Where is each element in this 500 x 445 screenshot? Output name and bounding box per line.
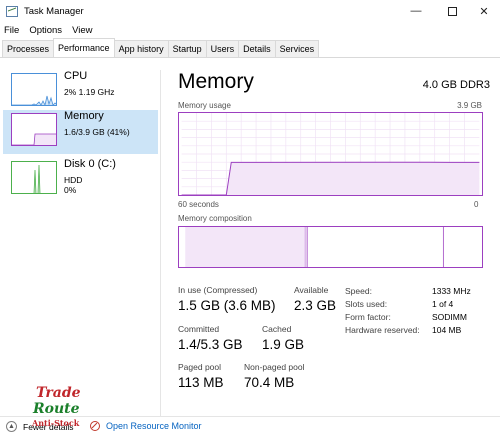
menu-options[interactable]: Options [29,25,62,36]
open-resource-monitor-link[interactable]: Open Resource Monitor [106,421,202,431]
menu-bar: File Options View [0,22,102,38]
sidebar-item-detail-2: 0% [64,185,77,195]
sidebar-item-disk[interactable]: Disk 0 (C:) HDD 0% [3,158,158,202]
committed-value: 1.4/5.3 GB [178,337,243,352]
cached-label: Cached [262,324,292,334]
slots-used-label: Slots used: [345,299,388,309]
time-end-label: 0 [474,200,479,209]
available-value: 2.3 GB [294,298,337,313]
available-label: Available [294,285,329,295]
non-paged-pool-label: Non-paged pool [244,362,305,372]
menu-view[interactable]: View [72,25,92,36]
memory-usage-graph [178,112,483,196]
menu-file[interactable]: File [4,25,19,36]
sidebar-item-label: Disk 0 (C:) [64,158,116,170]
sidebar-item-detail: 2% 1.19 GHz [64,87,115,97]
memory-spec: 4.0 GB DDR3 [422,79,490,91]
memory-composition-bar [178,226,483,268]
paged-pool-value: 113 MB [178,375,224,390]
hardware-reserved-label: Hardware reserved: [345,325,420,335]
performance-sidebar: CPU 2% 1.19 GHz Memory 1.6/3.9 GB (41%) … [0,70,158,416]
non-paged-pool-value: 70.4 MB [244,375,295,390]
watermark-line3: Anti-Stock [32,418,80,428]
tab-bar: Processes Performance App history Startu… [0,38,500,58]
tab-startup[interactable]: Startup [167,40,207,57]
tab-app-history[interactable]: App history [113,40,169,57]
sidebar-item-label: Memory [64,110,104,122]
chevron-up-icon: ▲ [6,421,17,432]
window-title: Task Manager [24,5,84,17]
open-resource-monitor[interactable]: Open Resource Monitor [90,421,202,431]
memory-mini-graph [11,113,57,146]
speed-value: 1333 MHz [432,286,471,296]
sidebar-item-detail: 1.6/3.9 GB (41%) [64,127,130,137]
close-button[interactable]: ✕ [466,0,500,22]
tab-performance[interactable]: Performance [53,38,115,57]
sidebar-item-label: CPU [64,70,88,82]
tab-users[interactable]: Users [205,40,240,57]
cpu-mini-graph [11,73,57,106]
in-use-label: In use (Compressed) [178,285,258,295]
page-title: Memory [178,70,254,93]
tab-processes[interactable]: Processes [2,40,55,57]
form-factor-label: Form factor: [345,312,391,322]
sidebar-item-cpu[interactable]: CPU 2% 1.19 GHz [3,70,158,114]
speed-label: Speed: [345,286,372,296]
form-factor-value: SODIMM [432,312,467,322]
minimize-button[interactable]: — [398,0,434,22]
usage-label: Memory usage [178,101,231,110]
hardware-reserved-value: 104 MB [432,325,462,335]
watermark-logo: Trade Route Anti-Stock [32,385,92,431]
watermark-line1: Trade [36,385,81,401]
time-start-label: 60 seconds [178,200,219,209]
paged-pool-label: Paged pool [178,362,222,372]
sidebar-item-detail: HDD [64,175,83,185]
sidebar-divider [160,70,161,416]
cached-value: 1.9 GB [262,337,305,352]
committed-label: Committed [178,324,220,334]
usage-max-label: 3.9 GB [457,101,482,110]
in-use-value: 1.5 GB (3.6 MB) [178,298,276,313]
tab-details[interactable]: Details [238,40,276,57]
maximize-button[interactable] [434,0,470,22]
composition-modified [305,227,307,267]
tab-services[interactable]: Services [274,40,320,57]
task-manager-icon [6,5,18,17]
composition-label: Memory composition [178,214,252,223]
sidebar-item-memory[interactable]: Memory 1.6/3.9 GB (41%) [3,110,158,154]
slots-used-value: 1 of 4 [432,299,454,309]
disk-mini-graph [11,161,57,194]
composition-in-use [185,227,306,267]
watermark-line2: Route [33,401,80,417]
maximize-icon [447,6,457,16]
